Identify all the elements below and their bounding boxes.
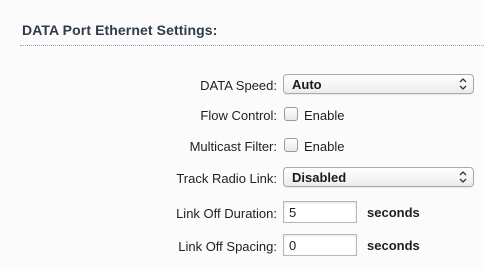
link-off-spacing-value: 0: [289, 238, 297, 253]
multicast-filter-label: Multicast Filter:: [189, 139, 277, 154]
flow-control-checkbox[interactable]: [284, 107, 298, 121]
link-off-spacing-input[interactable]: 0: [283, 234, 357, 256]
section-header: DATA Port Ethernet Settings:: [8, 18, 484, 48]
link-off-duration-label: Link Off Duration:: [176, 206, 277, 221]
multicast-filter-checkbox[interactable]: [284, 138, 298, 152]
link-off-spacing-row: Link Off Spacing: 0 seconds: [0, 234, 484, 260]
link-off-spacing-label: Link Off Spacing:: [178, 239, 277, 254]
track-radio-link-value: Disabled: [292, 170, 347, 185]
section-title: DATA Port Ethernet Settings:: [22, 22, 218, 38]
data-speed-label: DATA Speed:: [200, 78, 277, 93]
flow-control-enable-label[interactable]: Enable: [304, 108, 344, 123]
flow-control-label: Flow Control:: [200, 108, 277, 123]
data-speed-value: Auto: [292, 77, 322, 92]
link-off-duration-input[interactable]: 5: [283, 201, 357, 223]
data-speed-select[interactable]: Auto: [283, 74, 474, 94]
multicast-filter-enable-label[interactable]: Enable: [304, 139, 344, 154]
updown-chevron-icon: [459, 78, 467, 90]
link-off-duration-row: Link Off Duration: 5 seconds: [0, 201, 484, 227]
multicast-filter-row: Multicast Filter: Enable: [0, 134, 484, 160]
link-off-duration-value: 5: [289, 205, 297, 220]
track-radio-link-select[interactable]: Disabled: [283, 167, 474, 187]
data-speed-row: DATA Speed: Auto: [0, 73, 484, 99]
section-divider: [20, 45, 484, 46]
track-radio-link-row: Track Radio Link: Disabled: [0, 166, 484, 192]
link-off-duration-unit: seconds: [367, 205, 420, 220]
link-off-spacing-unit: seconds: [367, 238, 420, 253]
flow-control-row: Flow Control: Enable: [0, 103, 484, 129]
settings-panel: DATA Port Ethernet Settings: DATA Speed:…: [0, 0, 484, 271]
updown-chevron-icon: [459, 171, 467, 183]
track-radio-link-label: Track Radio Link:: [176, 171, 277, 186]
